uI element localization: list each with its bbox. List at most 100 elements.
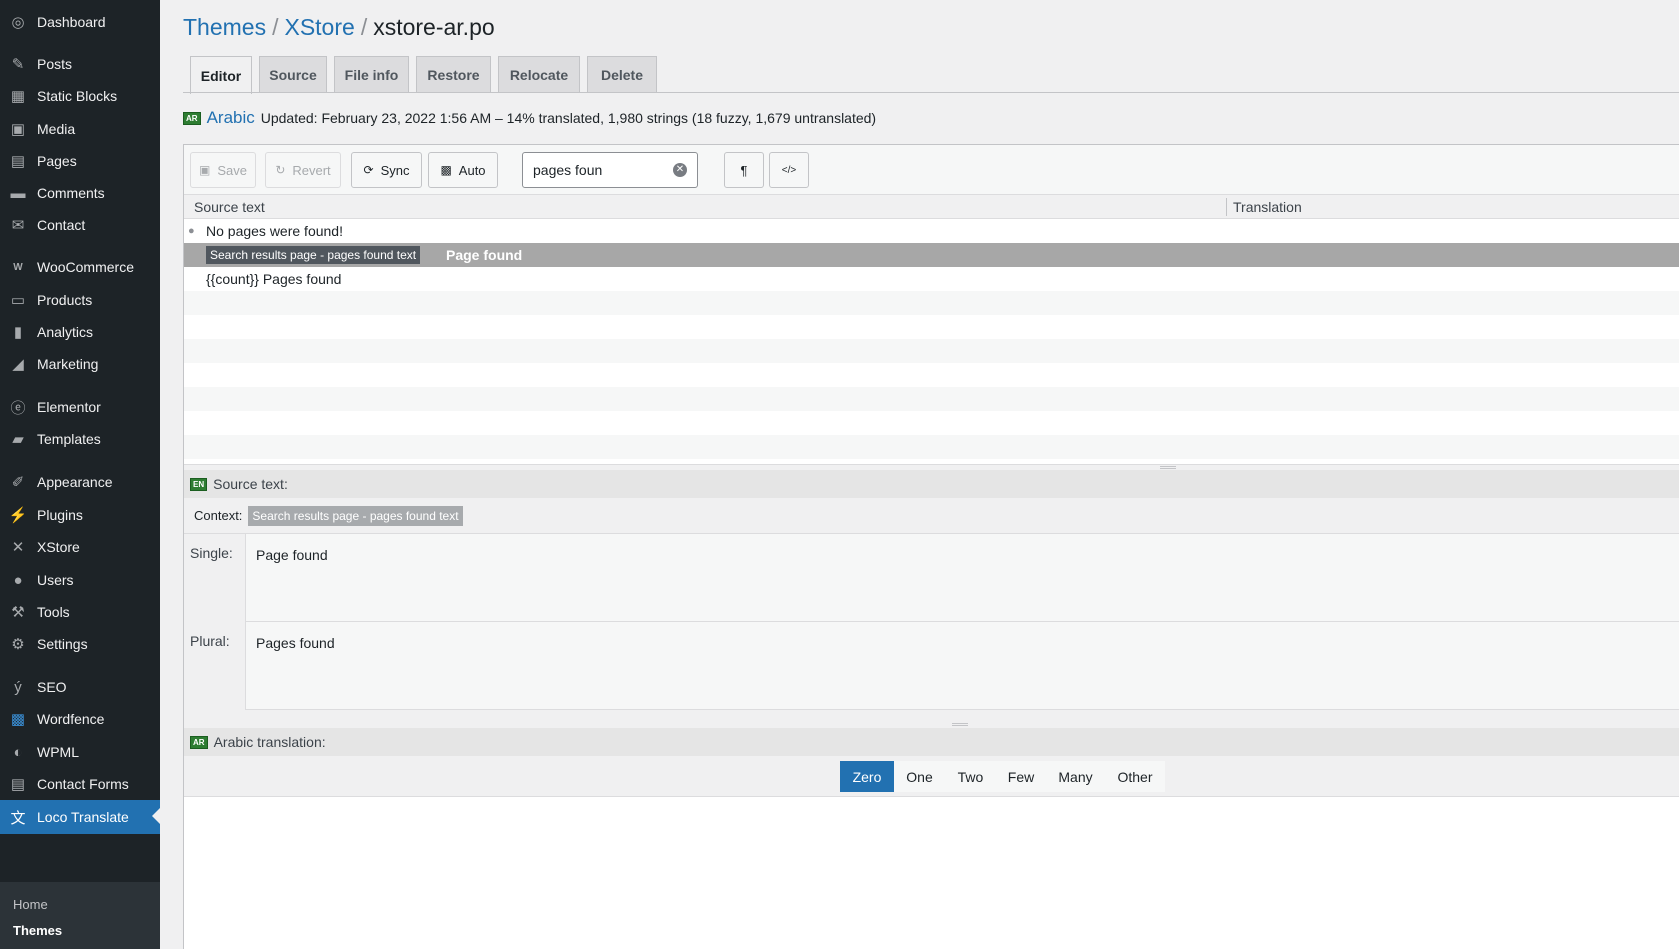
menu-plugins[interactable]: ⚡ Plugins xyxy=(0,499,160,531)
menu-tools[interactable]: ⚒ Tools xyxy=(0,596,160,628)
tab-editor[interactable]: Editor xyxy=(190,56,252,94)
menu-users[interactable]: ● Users xyxy=(0,564,160,596)
wpml-icon: ◐ xyxy=(13,743,23,761)
menu-pages[interactable]: ▤ Pages xyxy=(0,145,160,177)
breadcrumb-xstore-link[interactable]: XStore xyxy=(284,14,354,40)
elementor-icon: ⓔ xyxy=(10,399,26,417)
source-fields: Single: Page found Plural: Pages found xyxy=(184,534,1679,722)
tab-relocate[interactable]: Relocate xyxy=(498,56,580,93)
menu-templates[interactable]: ▰ Templates xyxy=(0,423,160,455)
language-link[interactable]: Arabic xyxy=(207,108,255,128)
menu-media[interactable]: ▣ Media xyxy=(0,113,160,145)
submenu-themes[interactable]: Themes xyxy=(13,923,62,938)
menu-comments[interactable]: ▬ Comments xyxy=(0,177,160,209)
clear-search-icon[interactable]: ✕ xyxy=(673,163,687,177)
xstore-icon: ✕ xyxy=(11,539,25,556)
plural-tab-many[interactable]: Many xyxy=(1046,761,1105,792)
breadcrumb-themes-link[interactable]: Themes xyxy=(183,14,266,40)
envelope-icon: ✉ xyxy=(11,217,25,234)
archive-icon: ▭ xyxy=(10,292,26,309)
translation-header: AR Arabic translation: xyxy=(184,728,1679,756)
translate-icon: 文 xyxy=(10,809,26,827)
single-source-text: Page found xyxy=(245,534,1679,622)
list-header: Source text Translation xyxy=(184,195,1679,219)
tab-source[interactable]: Source xyxy=(259,56,327,93)
active-indicator xyxy=(152,808,160,824)
plural-tab-one[interactable]: One xyxy=(894,761,945,792)
menu-xstore[interactable]: ✕ XStore xyxy=(0,531,160,563)
settings-icon: ⚙ xyxy=(11,636,25,653)
woocommerce-icon: W xyxy=(13,261,23,273)
invisibles-toggle[interactable]: ¶ xyxy=(724,152,764,188)
breadcrumb-current: xstore-ar.po xyxy=(373,14,495,40)
sync-icon: ⟳ xyxy=(363,163,374,177)
menu-seo[interactable]: ý SEO xyxy=(0,671,160,703)
column-translation[interactable]: Translation xyxy=(1233,199,1302,215)
file-status: AR Arabic Updated: February 23, 2022 1:5… xyxy=(183,108,876,128)
brush-icon: ✐ xyxy=(11,474,25,491)
refresh-icon: ↻ xyxy=(275,163,286,177)
sync-button[interactable]: ⟳ Sync xyxy=(351,152,422,188)
translation-textarea[interactable] xyxy=(184,797,1679,949)
menu-analytics[interactable]: ▮ Analytics xyxy=(0,316,160,348)
submenu-home[interactable]: Home xyxy=(13,897,48,912)
megaphone-icon: ◢ xyxy=(12,356,24,373)
save-button[interactable]: ▣ Save xyxy=(190,152,256,188)
menu-posts[interactable]: ✎ Posts xyxy=(0,48,160,80)
column-source-text[interactable]: Source text xyxy=(194,199,265,215)
menu-wordfence[interactable]: ▩ Wordfence xyxy=(0,703,160,735)
empty-row xyxy=(184,387,1679,411)
bar-chart-icon: ▮ xyxy=(13,324,23,341)
menu-wpml[interactable]: ◐ WPML xyxy=(0,736,160,768)
context-label: Context: xyxy=(194,508,243,523)
search-input[interactable]: pages foun ✕ xyxy=(522,152,698,188)
list-row[interactable]: {{count}} Pages found xyxy=(184,267,1679,291)
code-view-toggle[interactable]: </> xyxy=(769,152,809,188)
context-row: Context: Search results page - pages fou… xyxy=(184,498,1679,534)
context-tag: Search results page - pages found text xyxy=(206,246,421,264)
menu-marketing[interactable]: ◢ Marketing xyxy=(0,348,160,380)
plural-tab-few[interactable]: Few xyxy=(996,761,1046,792)
admin-sidebar: ◎ Dashboard ✎ Posts ▦ Static Blocks ▣ Media … xyxy=(0,0,160,949)
menu-settings[interactable]: ⚙ Settings xyxy=(0,628,160,660)
tab-delete[interactable]: Delete xyxy=(587,56,657,93)
menu-static-blocks[interactable]: ▦ Static Blocks xyxy=(0,80,160,112)
menu-products[interactable]: ▭ Products xyxy=(0,284,160,316)
tab-file-info[interactable]: File info xyxy=(334,56,409,93)
menu-dashboard[interactable]: ◎ Dashboard xyxy=(0,6,160,38)
auto-button[interactable]: ▩ Auto xyxy=(428,152,498,188)
grip-icon xyxy=(952,723,968,726)
context-value: Search results page - pages found text xyxy=(248,505,463,526)
source-header: EN Source text: xyxy=(184,470,1679,498)
menu-contact[interactable]: ✉ Contact xyxy=(0,209,160,241)
folder-icon: ▰ xyxy=(12,431,24,448)
plural-tab-two[interactable]: Two xyxy=(945,761,996,792)
wrench-icon: ⚒ xyxy=(11,604,25,621)
menu-appearance[interactable]: ✐ Appearance xyxy=(0,466,160,498)
column-divider[interactable] xyxy=(1226,198,1227,216)
revert-button[interactable]: ↻ Revert xyxy=(265,152,341,188)
list-row-selected[interactable]: Search results page - pages found text P… xyxy=(184,243,1679,267)
menu-elementor[interactable]: ⓔ Elementor xyxy=(0,391,160,423)
wordfence-icon: ▩ xyxy=(10,711,26,728)
breadcrumb-separator: / xyxy=(272,14,279,40)
grid-icon: ▦ xyxy=(10,88,26,105)
comment-icon: ▬ xyxy=(10,184,26,202)
translation-editor: ▣ Save ↻ Revert ⟳ Sync ▩ Auto pages foun ✕ ¶ … xyxy=(183,144,1679,949)
pushpin-icon: ✎ xyxy=(11,56,25,73)
list-row[interactable]: ● No pages were found! xyxy=(184,219,1679,243)
tab-restore[interactable]: Restore xyxy=(416,56,491,93)
plural-tab-other[interactable]: Other xyxy=(1105,761,1165,792)
menu-woocommerce[interactable]: W WooCommerce xyxy=(0,251,160,283)
menu-contact-forms[interactable]: ▤ Contact Forms xyxy=(0,768,160,800)
empty-row xyxy=(184,339,1679,363)
empty-row xyxy=(184,435,1679,459)
status-text: Updated: February 23, 2022 1:56 AM – 14%… xyxy=(260,110,877,126)
arabic-flag-icon: AR xyxy=(183,111,201,125)
english-flag-icon: EN xyxy=(190,477,208,491)
plural-form-tabs: Zero One Two Few Many Other xyxy=(184,756,1679,797)
menu-loco-translate[interactable]: 文 Loco Translate xyxy=(0,800,160,834)
plural-label: Plural: xyxy=(190,633,230,649)
user-icon: ● xyxy=(13,571,23,589)
plural-tab-zero[interactable]: Zero xyxy=(840,761,894,792)
